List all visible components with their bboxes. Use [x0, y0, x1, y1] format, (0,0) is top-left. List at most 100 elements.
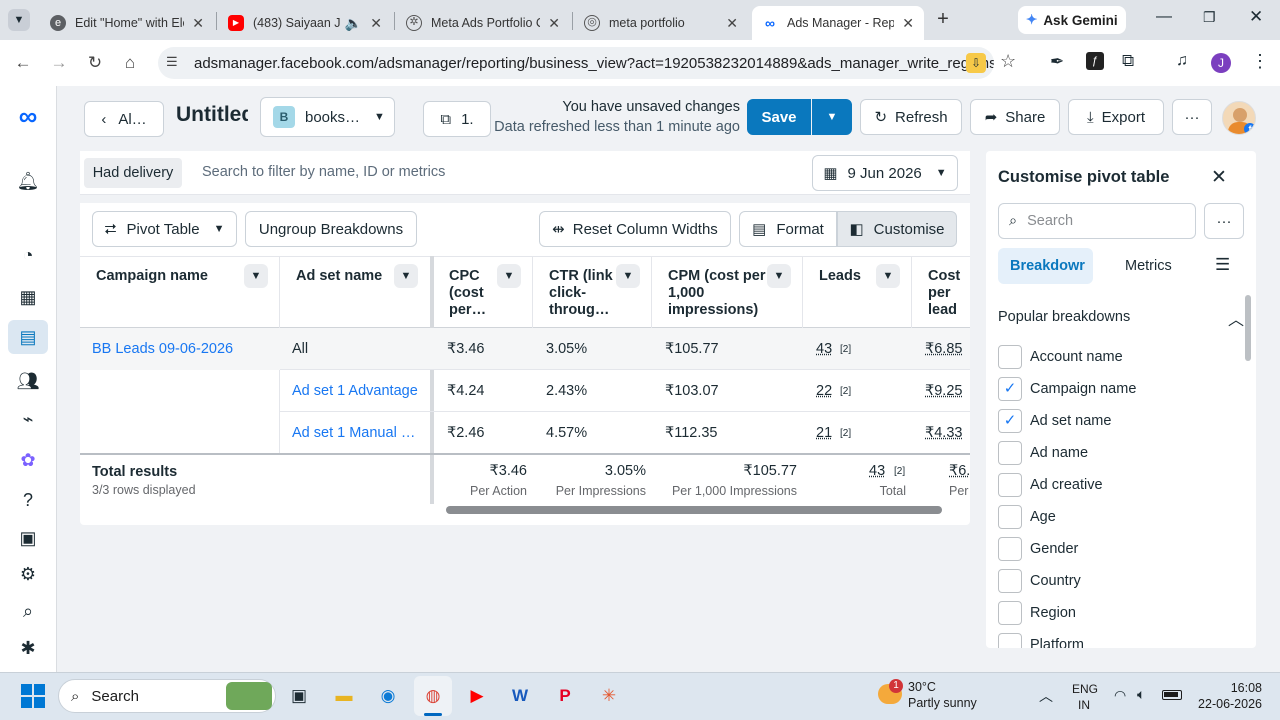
panel-close-icon[interactable]: ✕ — [1211, 166, 1227, 189]
pinterest-icon[interactable]: P — [553, 684, 577, 708]
close-icon[interactable]: ✕ — [548, 15, 560, 32]
bookmark-star-icon[interactable]: ☆ — [1000, 51, 1016, 72]
cpm-sort-dropdown[interactable]: ▼ — [767, 264, 791, 288]
audiences-icon[interactable]: 👥︎ — [16, 369, 40, 393]
user-avatar[interactable]: f — [1222, 101, 1256, 135]
header-ad-set-name[interactable]: Ad set name — [296, 268, 382, 285]
windows-start-icon[interactable] — [21, 684, 45, 708]
tab-chatgpt[interactable]: ✲ Meta Ads Portfolio C ✕ — [396, 6, 570, 40]
extensions-puzzle-icon[interactable]: ⧉ — [1122, 51, 1134, 71]
weather-temp[interactable]: 30°C — [908, 680, 936, 694]
campaign-sort-dropdown[interactable]: ▼ — [244, 264, 268, 288]
adset-name-link[interactable]: Ad set 1 Advantage — [292, 383, 426, 399]
checkbox-ad-set-name[interactable]: ✓ — [998, 409, 1022, 433]
reports-icon[interactable]: ▤ — [16, 325, 40, 349]
campaign-name-link[interactable]: BB Leads 09-06-2026 — [92, 341, 233, 357]
sparkle-app-icon[interactable]: ✳ — [597, 684, 621, 708]
clock-time[interactable]: 16:08 — [1222, 681, 1262, 695]
script-extension-icon[interactable]: ƒ — [1086, 52, 1104, 70]
tab-ads-manager[interactable]: ∞ Ads Manager - Repo ✕ — [752, 6, 924, 40]
more-options-button[interactable]: ··· — [1172, 99, 1212, 135]
tab-breakdown[interactable]: Breakdowr — [998, 248, 1093, 284]
profile-avatar[interactable]: J — [1211, 53, 1231, 73]
restore-button[interactable]: ❐ — [1203, 9, 1216, 26]
export-button[interactable]: ⤓ Export — [1068, 99, 1164, 135]
language-region[interactable]: IN — [1078, 698, 1090, 712]
home-icon[interactable]: ⌂ — [119, 52, 141, 74]
grid-table-icon[interactable]: ▦ — [16, 285, 40, 309]
minimize-button[interactable]: — — [1156, 8, 1172, 26]
frozen-col-divider[interactable] — [430, 256, 434, 504]
reset-column-widths-button[interactable]: ⇹ Reset Column Widths — [539, 211, 731, 247]
back-to-reports-button[interactable]: ‹ Al… — [84, 101, 164, 137]
sort-filter-icon[interactable]: ☰ — [1215, 255, 1230, 275]
close-icon[interactable]: ✕ — [902, 15, 914, 32]
cost-per-lead-cell[interactable]: ₹6.85 — [925, 341, 969, 357]
tab-meta-portfolio[interactable]: ◎ meta portfolio ✕ — [574, 6, 748, 40]
window-close-button[interactable]: ✕ — [1249, 7, 1263, 27]
address-bar[interactable]: adsmanager.facebook.com/adsmanager/repor… — [158, 47, 994, 79]
bug-report-icon[interactable]: ✱ — [16, 636, 40, 660]
checkbox-ad-name[interactable] — [998, 441, 1022, 465]
tab-search-button[interactable]: ▼ — [8, 9, 30, 31]
checkbox-age[interactable] — [998, 505, 1022, 529]
header-cpc[interactable]: CPC (cost per… — [449, 268, 495, 319]
cost-per-lead-cell[interactable]: ₹4.33 — [925, 425, 969, 441]
pivot-table-selector[interactable]: ⮂ Pivot Table ▼ — [92, 211, 237, 247]
search-icon[interactable]: ⌕ — [16, 599, 40, 623]
battery-icon[interactable] — [1162, 690, 1182, 700]
file-explorer-icon[interactable]: ▬ — [332, 684, 356, 708]
header-ctr[interactable]: CTR (link click-throug… — [549, 268, 613, 319]
total-cost-per-lead[interactable]: ₹6. — [949, 463, 969, 479]
checkbox-account-name[interactable] — [998, 345, 1022, 369]
save-options-dropdown[interactable]: ▼ — [812, 99, 852, 135]
share-button[interactable]: ➦ Share — [970, 99, 1060, 135]
leads-cell[interactable]: 22 — [816, 383, 832, 399]
gemini-button[interactable]: ✦ Ask Gemini — [1018, 6, 1126, 34]
meta-logo-icon[interactable]: ∞ — [12, 103, 44, 129]
language-code[interactable]: ENG — [1072, 682, 1098, 696]
youtube-app-icon[interactable]: ▶ — [465, 684, 489, 708]
wifi-icon[interactable]: ◠ — [1114, 687, 1126, 704]
weather-desc[interactable]: Partly sunny — [908, 696, 977, 710]
ad-account-selector[interactable]: B books… ▼ — [260, 97, 395, 137]
help-icon[interactable]: ? — [16, 488, 40, 512]
apps-flower-icon[interactable]: ✿ — [16, 448, 40, 472]
browser-menu-icon[interactable]: ⋮ — [1251, 51, 1269, 72]
forward-arrow-icon[interactable]: → — [48, 52, 70, 74]
report-title[interactable]: Untitled — [176, 103, 248, 127]
header-campaign-name[interactable]: Campaign name — [96, 268, 208, 285]
checkbox-platform[interactable] — [998, 633, 1022, 648]
total-leads[interactable]: 43 — [869, 463, 885, 479]
reload-icon[interactable]: ↻ — [84, 52, 106, 74]
word-icon[interactable]: W — [508, 684, 532, 708]
header-cpm[interactable]: CPM (cost per 1,000 impressions) — [668, 268, 766, 319]
cpc-sort-dropdown[interactable]: ▼ — [497, 264, 521, 288]
dashboard-gauge-icon[interactable]: ◔ — [16, 243, 40, 267]
checkbox-campaign-name[interactable]: ✓ — [998, 377, 1022, 401]
tab-youtube[interactable]: ▶ (483) Saiyaan Ji 🔈 ✕ — [218, 6, 392, 40]
adset-name-link[interactable]: Ad set 1 Manual … — [292, 425, 426, 441]
site-info-icon[interactable]: ☰ — [166, 54, 178, 70]
new-tab-button[interactable]: + — [932, 8, 954, 30]
horizontal-scrollbar[interactable] — [446, 506, 942, 514]
refresh-button[interactable]: ↻ Refresh — [860, 99, 962, 135]
ungroup-breakdowns-button[interactable]: Ungroup Breakdowns — [245, 211, 417, 247]
cost-per-lead-cell[interactable]: ₹9.25 — [925, 383, 969, 399]
pen-extension-icon[interactable]: ✒ — [1050, 52, 1064, 72]
checkbox-region[interactable] — [998, 601, 1022, 625]
task-view-icon[interactable]: ▣ — [287, 684, 311, 708]
checkbox-country[interactable] — [998, 569, 1022, 593]
header-leads[interactable]: Leads — [819, 268, 861, 285]
leads-sort-dropdown[interactable]: ▼ — [876, 264, 900, 288]
panel-scrollbar[interactable] — [1245, 295, 1251, 361]
format-button[interactable]: ▤ Format — [739, 211, 837, 247]
checkbox-ad-creative[interactable] — [998, 473, 1022, 497]
clock-date[interactable]: 22-06-2026 — [1190, 697, 1262, 711]
volume-icon[interactable]: 🔈︎ — [1137, 686, 1145, 703]
save-button[interactable]: Save — [747, 99, 811, 135]
leads-cell[interactable]: 21 — [816, 425, 832, 441]
ctr-sort-dropdown[interactable]: ▼ — [616, 264, 640, 288]
filter-chip-had-delivery[interactable]: Had delivery — [84, 158, 182, 188]
collapse-chevron-icon[interactable]: ︿ — [1228, 306, 1244, 330]
